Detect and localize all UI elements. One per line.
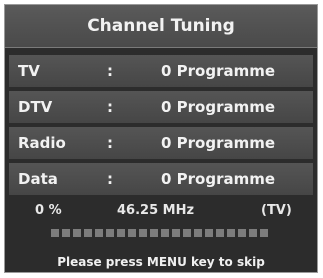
row-tv: TV : 0 Programme xyxy=(9,55,313,87)
progress-segment xyxy=(73,229,81,237)
progress-segment xyxy=(161,229,169,237)
row-label: Data xyxy=(18,170,58,188)
frequency-readout: 46.25 MHz xyxy=(117,203,195,218)
progress-segment xyxy=(238,229,246,237)
row-label: Radio xyxy=(18,134,66,152)
progress-segment xyxy=(128,229,136,237)
row-value: 0 Programme xyxy=(161,98,276,116)
row-label: DTV xyxy=(18,98,53,116)
progress-segment xyxy=(117,229,125,237)
tuning-progress-bar xyxy=(51,229,268,237)
row-value: 0 Programme xyxy=(161,170,276,188)
progress-segment xyxy=(227,229,235,237)
progress-segment xyxy=(260,229,268,237)
progress-segment xyxy=(216,229,224,237)
row-data: Data : 0 Programme xyxy=(9,163,313,195)
progress-segment xyxy=(172,229,180,237)
tuning-status: 0 % 46.25 MHz (TV) xyxy=(5,201,317,221)
progress-segment xyxy=(106,229,114,237)
progress-segment xyxy=(62,229,70,237)
progress-segment xyxy=(194,229,202,237)
progress-segment xyxy=(150,229,158,237)
channel-tuning-dialog: Channel Tuning TV : 0 Programme DTV : 0 … xyxy=(4,4,318,273)
dialog-title: Channel Tuning xyxy=(5,5,317,48)
row-radio: Radio : 0 Programme xyxy=(9,127,313,159)
row-colon: : xyxy=(107,134,113,152)
row-value: 0 Programme xyxy=(161,134,276,152)
progress-segment xyxy=(183,229,191,237)
row-colon: : xyxy=(107,98,113,116)
row-colon: : xyxy=(107,62,113,80)
progress-segment xyxy=(205,229,213,237)
progress-segment xyxy=(51,229,59,237)
progress-segment xyxy=(249,229,257,237)
row-value: 0 Programme xyxy=(161,62,276,80)
skip-hint: Please press MENU key to skip xyxy=(57,255,265,269)
band-readout: (TV) xyxy=(261,203,292,218)
row-colon: : xyxy=(107,170,113,188)
row-label: TV xyxy=(18,62,40,80)
progress-segment xyxy=(95,229,103,237)
progress-segment xyxy=(139,229,147,237)
progress-percent: 0 % xyxy=(35,203,62,218)
progress-segment xyxy=(84,229,92,237)
row-dtv: DTV : 0 Programme xyxy=(9,91,313,123)
